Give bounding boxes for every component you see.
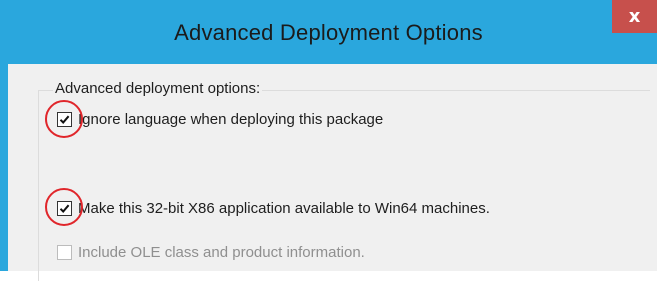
ignore-language-checkbox[interactable] [57, 112, 72, 127]
close-button[interactable]: x [612, 0, 657, 33]
dialog-title: Advanced Deployment Options [174, 20, 483, 45]
ignore-language-label: Ignore language when deploying this pack… [78, 111, 384, 128]
win64-availability-label: Make this 32-bit X86 application availab… [78, 200, 490, 217]
dialog-body: Advanced deployment options: Ignore lang… [8, 64, 657, 281]
win64-availability-checkbox[interactable] [57, 201, 72, 216]
groupbox-legend: Advanced deployment options: [53, 80, 263, 97]
win64-availability-option[interactable]: Make this 32-bit X86 application availab… [57, 200, 490, 217]
close-icon: x [628, 6, 641, 27]
ignore-language-option[interactable]: Ignore language when deploying this pack… [57, 111, 383, 128]
include-ole-label: Include OLE class and product informatio… [78, 244, 365, 261]
include-ole-checkbox[interactable] [57, 245, 72, 260]
checkmark-icon [59, 204, 70, 213]
include-ole-option[interactable]: Include OLE class and product informatio… [57, 244, 365, 261]
dialog-window: Advanced Deployment Options x Advanced d… [0, 0, 657, 281]
title-bar[interactable]: Advanced Deployment Options x [0, 0, 657, 64]
checkmark-icon [59, 115, 70, 124]
